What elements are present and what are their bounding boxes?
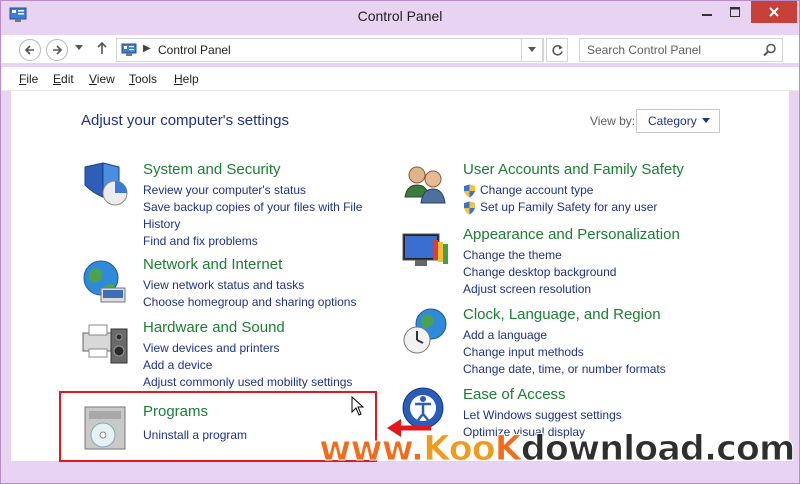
add-device-link[interactable]: Add a device	[143, 357, 383, 374]
maximize-icon	[730, 7, 740, 17]
hardware-sound-title[interactable]: Hardware and Sound	[143, 319, 285, 336]
maximize-button[interactable]	[721, 1, 749, 23]
menu-bar: File Edit View Tools Help	[1, 67, 799, 91]
refresh-button[interactable]	[546, 38, 568, 62]
window-title: Control Panel	[357, 8, 443, 24]
menu-help-key: H	[174, 72, 183, 86]
change-account-type-link[interactable]: Change account type	[463, 182, 703, 199]
search-box[interactable]	[579, 38, 783, 62]
up-button[interactable]	[96, 41, 108, 58]
menu-view[interactable]: View	[89, 72, 115, 86]
user-accounts-title[interactable]: User Accounts and Family Safety	[463, 161, 684, 178]
menu-edit-label: dit	[61, 72, 74, 86]
close-icon	[769, 7, 779, 17]
view-by-dropdown[interactable]: Category	[636, 109, 720, 133]
search-icon[interactable]	[763, 43, 777, 57]
main-content: Adjust your computer's settings View by:…	[11, 91, 789, 462]
desktop-background-link[interactable]: Change desktop background	[463, 264, 703, 281]
uac-shield-icon	[464, 201, 475, 214]
watermark-part3: K	[494, 429, 522, 470]
recent-locations-button[interactable]	[75, 43, 83, 53]
printer-speaker-icon	[82, 324, 128, 364]
uac-shield-icon	[464, 184, 475, 197]
search-input[interactable]	[587, 43, 757, 57]
shield-chart-icon	[84, 162, 128, 206]
devices-printers-link[interactable]: View devices and printers	[143, 340, 383, 357]
page-title: Adjust your computer's settings	[81, 112, 289, 129]
control-panel-icon	[121, 43, 137, 56]
watermark: www.KooKdownload.com	[318, 429, 800, 473]
menu-edit[interactable]: Edit	[53, 72, 74, 86]
address-history-button[interactable]	[521, 38, 543, 62]
minimize-button[interactable]	[693, 1, 721, 23]
address-bar[interactable]: ▶ Control Panel	[116, 38, 544, 62]
watermark-part4: download.com	[520, 429, 796, 470]
input-methods-link[interactable]: Change input methods	[463, 344, 703, 361]
back-button[interactable]	[19, 39, 41, 61]
change-account-type-label: Change account type	[480, 183, 594, 197]
globe-network-icon	[83, 260, 126, 303]
menu-tools-label: ools	[135, 72, 158, 86]
network-status-link[interactable]: View network status and tasks	[143, 277, 383, 294]
appearance-title[interactable]: Appearance and Personalization	[463, 226, 680, 243]
users-icon	[404, 166, 446, 204]
menu-file-label: ile	[26, 72, 39, 86]
view-by-label: View by:	[590, 114, 636, 128]
menu-view-label: iew	[96, 72, 115, 86]
family-safety-link[interactable]: Set up Family Safety for any user	[463, 199, 703, 216]
menu-view-key: V	[89, 72, 97, 86]
clock-region-title[interactable]: Clock, Language, and Region	[463, 306, 661, 323]
navigation-bar: ▶ Control Panel	[1, 35, 799, 63]
arrow-left-icon	[24, 45, 34, 55]
review-status-link[interactable]: Review your computer's status	[143, 182, 373, 199]
menu-help-label: elp	[182, 72, 199, 86]
view-by-value: Category	[648, 114, 697, 128]
title-bar[interactable]: Control Panel	[1, 1, 799, 31]
chevron-down-icon	[702, 118, 710, 123]
watermark-part1: www.	[318, 429, 424, 470]
arrow-up-icon	[97, 41, 107, 54]
add-language-link[interactable]: Add a language	[463, 327, 703, 344]
chevron-down-icon	[75, 45, 83, 50]
arrow-right-icon	[53, 45, 63, 55]
date-time-formats-link[interactable]: Change date, time, or number formats	[463, 361, 703, 378]
control-panel-window: Control Panel ▶ Control Panel Search Con…	[0, 0, 800, 484]
breadcrumb-control-panel[interactable]: Control Panel	[158, 43, 231, 57]
mobility-settings-link[interactable]: Adjust commonly used mobility settings	[143, 374, 383, 391]
minimize-icon	[702, 14, 712, 16]
clock-globe-icon	[403, 308, 447, 354]
appearance-monitor-icon	[402, 233, 448, 266]
suggest-settings-link[interactable]: Let Windows suggest settings	[463, 407, 703, 424]
network-internet-title[interactable]: Network and Internet	[143, 256, 282, 273]
change-theme-link[interactable]: Change the theme	[463, 247, 703, 264]
screen-resolution-link[interactable]: Adjust screen resolution	[463, 281, 703, 298]
homegroup-link[interactable]: Choose homegroup and sharing options	[143, 294, 383, 311]
breadcrumb-separator-icon[interactable]: ▶	[143, 43, 151, 54]
system-security-title[interactable]: System and Security	[143, 161, 281, 178]
menu-edit-key: E	[53, 72, 62, 86]
watermark-part2: Koo	[423, 429, 497, 470]
ease-of-access-title[interactable]: Ease of Access	[463, 386, 566, 403]
menu-tools[interactable]: Tools	[129, 72, 157, 86]
forward-button[interactable]	[46, 39, 68, 61]
family-safety-label: Set up Family Safety for any user	[480, 200, 658, 214]
file-history-link[interactable]: Save backup copies of your files with Fi…	[143, 199, 373, 233]
menu-help[interactable]: Help	[174, 72, 199, 86]
menu-file[interactable]: File	[19, 72, 38, 86]
mouse-cursor-icon	[351, 396, 365, 416]
find-fix-problems-link[interactable]: Find and fix problems	[143, 233, 373, 250]
close-button[interactable]	[751, 1, 797, 23]
chevron-down-icon	[528, 47, 536, 52]
refresh-icon	[551, 44, 563, 56]
